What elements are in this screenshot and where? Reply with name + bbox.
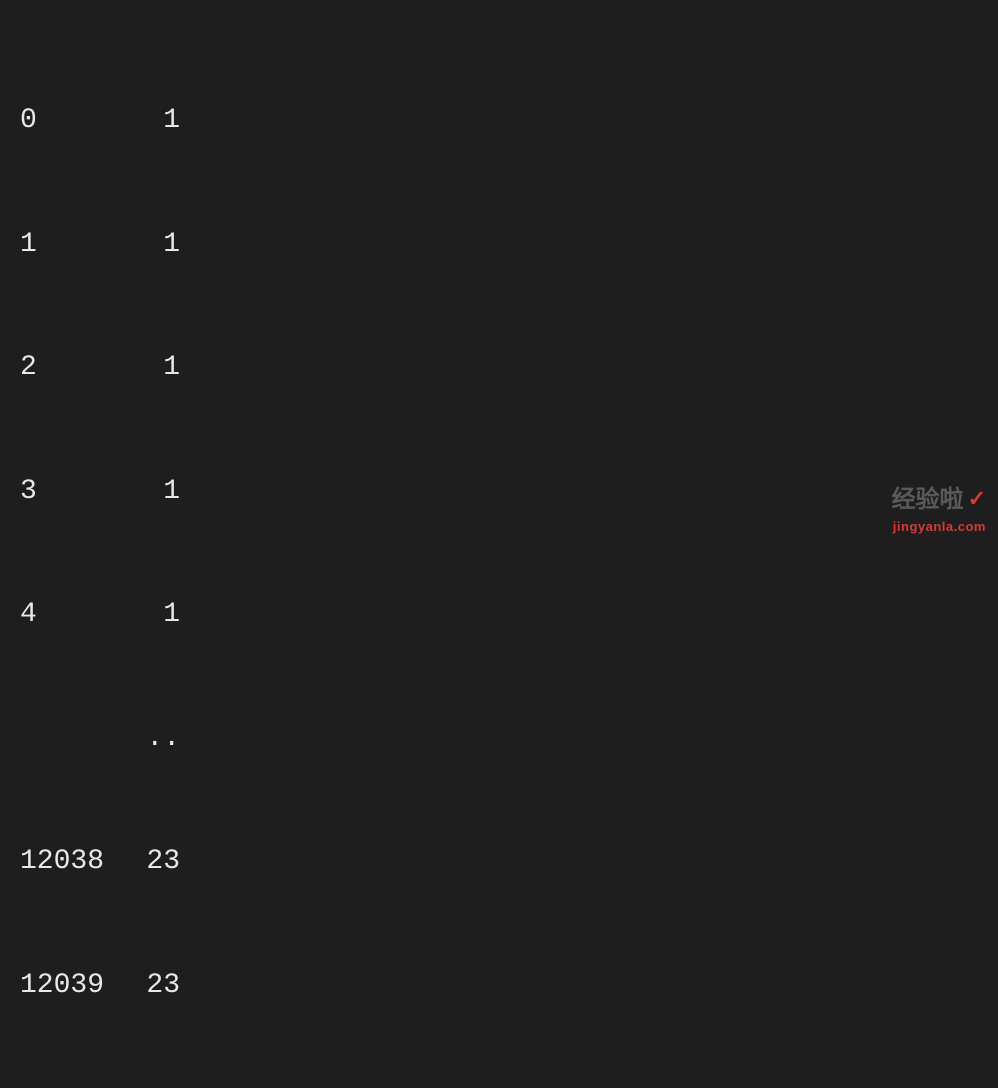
row-value: 1 (120, 224, 180, 265)
data-row: 3 1 (20, 471, 978, 512)
ellipsis: .. (120, 718, 180, 759)
row-value: 23 (120, 965, 180, 1006)
row-index: 12039 (20, 965, 120, 1006)
watermark-brand: 经验啦 ✓ (892, 482, 986, 517)
row-value: 1 (120, 594, 180, 635)
data-row: 12039 23 (20, 965, 978, 1006)
row-value: 23 (120, 841, 180, 882)
row-index: 12038 (20, 841, 120, 882)
data-row: 2 1 (20, 347, 978, 388)
data-row: 1 1 (20, 224, 978, 265)
row-value: 1 (120, 471, 180, 512)
check-icon: ✓ (968, 483, 986, 515)
ellipsis-row: .. (20, 718, 978, 759)
row-index: 4 (20, 594, 120, 635)
row-index: 2 (20, 347, 120, 388)
terminal-output: 0 1 1 1 2 1 3 1 4 1 .. 12038 23 12039 23… (20, 18, 978, 1088)
ellipsis-spacer (20, 718, 120, 759)
data-row: 12038 23 (20, 841, 978, 882)
row-value: 1 (120, 100, 180, 141)
data-row: 4 1 (20, 594, 978, 635)
row-value: 1 (120, 347, 180, 388)
watermark-url: jingyanla.com (892, 517, 986, 536)
row-index: 0 (20, 100, 120, 141)
row-index: 1 (20, 224, 120, 265)
watermark: 经验啦 ✓ jingyanla.com (892, 482, 986, 536)
data-row: 0 1 (20, 100, 978, 141)
watermark-text: 经验啦 (892, 482, 964, 517)
row-index: 3 (20, 471, 120, 512)
